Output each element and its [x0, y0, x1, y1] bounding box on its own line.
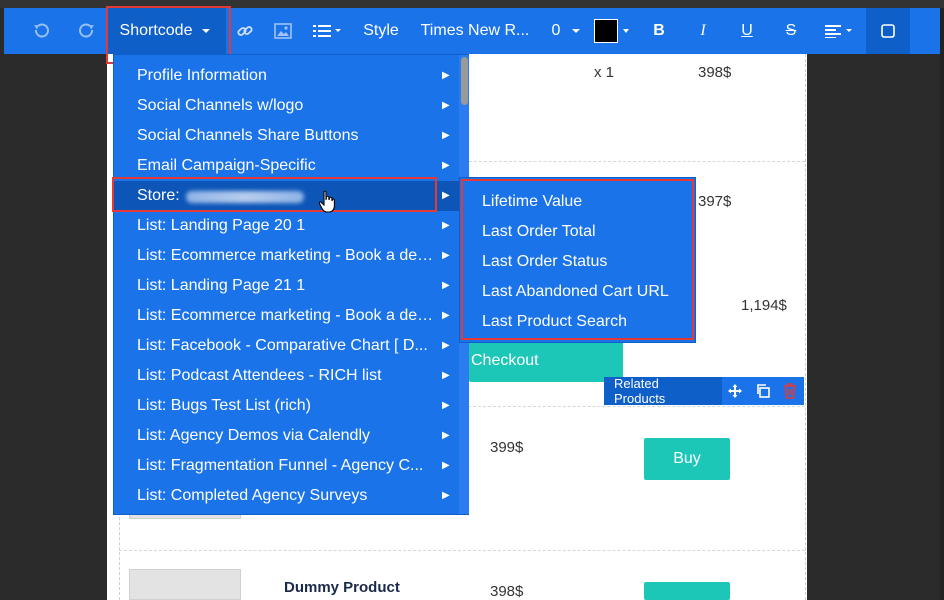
chevron-right-icon: ▶ [442, 160, 450, 171]
bold-button[interactable]: B [646, 8, 672, 54]
image-icon[interactable] [268, 8, 298, 54]
buy-button[interactable]: Buy [644, 438, 730, 480]
row-divider [469, 161, 805, 162]
checkbox-icon[interactable] [866, 8, 910, 54]
submenu-item[interactable]: Last Abandoned Cart URL [482, 277, 669, 307]
chevron-down-icon [623, 29, 629, 33]
scrollbar-thumb[interactable] [461, 57, 468, 105]
chevron-right-icon: ▶ [442, 130, 450, 141]
chevron-right-icon: ▶ [442, 490, 450, 501]
product-name: Dummy Product [284, 579, 400, 596]
chevron-right-icon: ▶ [442, 370, 450, 381]
chevron-right-icon: ▶ [442, 190, 450, 201]
chevron-right-icon: ▶ [442, 310, 450, 321]
window-edge [940, 8, 944, 600]
menu-item[interactable]: List: Podcast Attendees - RICH list ▶ [114, 361, 459, 391]
chevron-right-icon: ▶ [442, 280, 450, 291]
duplicate-icon[interactable] [749, 377, 776, 405]
hand-pointer-icon [318, 190, 338, 219]
delete-icon[interactable] [777, 377, 804, 405]
store-submenu: Lifetime Value Last Order Total Last Ord… [459, 177, 696, 343]
redacted-store-url [185, 191, 304, 203]
price-text: 398$ [490, 583, 524, 600]
redo-icon[interactable] [72, 8, 102, 54]
menu-item[interactable]: Social Channels Share Buttons ▶ [114, 121, 459, 151]
chevron-right-icon: ▶ [442, 430, 450, 441]
product-image-placeholder [129, 569, 241, 600]
menu-item[interactable]: List: Landing Page 21 1 ▶ [114, 271, 459, 301]
price-text: 398$ [698, 64, 732, 81]
related-products-label[interactable]: Related Products [604, 376, 722, 406]
submenu-item[interactable]: Lifetime Value [482, 187, 582, 217]
checkout-button[interactable]: Checkout [469, 340, 623, 382]
undo-icon[interactable] [26, 8, 56, 54]
menu-item[interactable]: List: Ecommerce marketing - Book a demo ▶ [114, 241, 459, 271]
quantity-text: x 1 [594, 64, 615, 81]
menu-item[interactable]: List: Bugs Test List (rich) ▶ [114, 391, 459, 421]
submenu-item[interactable]: Last Order Total [482, 217, 596, 247]
shortcode-label: Shortcode [119, 22, 193, 39]
menu-item[interactable]: List: Agency Demos via Calendly ▶ [114, 421, 459, 451]
price-text: 399$ [490, 439, 524, 456]
underline-button[interactable]: U [734, 8, 760, 54]
canvas-guide-right [805, 54, 806, 600]
move-icon[interactable] [722, 377, 749, 405]
menu-item[interactable]: Profile Information ▶ [114, 61, 459, 91]
chevron-down-icon [202, 29, 211, 33]
align-icon[interactable] [818, 8, 862, 54]
total-text: 1,194$ [741, 297, 787, 314]
chevron-right-icon: ▶ [442, 70, 450, 81]
menu-item-store[interactable]: Store: ▶ [114, 181, 459, 211]
italic-button[interactable]: I [690, 8, 716, 54]
menu-item[interactable]: List: Facebook - Comparative Chart [ D..… [114, 331, 459, 361]
editor-toolbar: Shortcode Style Times New R... 0 B I U S [4, 8, 944, 54]
list-icon[interactable] [306, 8, 350, 54]
font-size-value: 0 [551, 22, 561, 39]
chevron-right-icon: ▶ [442, 100, 450, 111]
buy-button[interactable] [644, 582, 730, 600]
chevron-right-icon: ▶ [442, 250, 450, 261]
link-icon[interactable] [230, 8, 260, 54]
menu-item[interactable]: Social Channels w/logo ▶ [114, 91, 459, 121]
price-text: 397$ [698, 193, 732, 210]
menu-item[interactable]: List: Landing Page 20 1 ▶ [114, 211, 459, 241]
chevron-right-icon: ▶ [442, 220, 450, 231]
submenu-item[interactable]: Last Order Status [482, 247, 607, 277]
font-family-dropdown[interactable]: Times New R... [414, 8, 536, 54]
font-size-dropdown[interactable]: 0 [548, 8, 586, 54]
text-color-picker[interactable] [592, 8, 632, 54]
row-divider [119, 550, 805, 551]
chevron-right-icon: ▶ [442, 460, 450, 471]
menu-item[interactable]: Email Campaign-Specific ▶ [114, 151, 459, 181]
chevron-right-icon: ▶ [442, 340, 450, 351]
style-dropdown[interactable]: Style [356, 8, 406, 54]
chevron-right-icon: ▶ [442, 400, 450, 411]
menu-item[interactable]: List: Completed Agency Surveys ▶ [114, 481, 459, 511]
chevron-down-icon [572, 29, 581, 33]
shortcode-menu: Profile Information ▶ Social Channels w/l… [113, 54, 469, 515]
color-swatch [594, 19, 618, 43]
strikethrough-button[interactable]: S [778, 8, 804, 54]
shortcode-dropdown[interactable]: Shortcode [106, 8, 226, 54]
menu-item[interactable]: List: Fragmentation Funnel - Agency C...… [114, 451, 459, 481]
submenu-item[interactable]: Last Product Search [482, 307, 627, 337]
menu-item[interactable]: List: Ecommerce marketing - Book a demo ▶ [114, 301, 459, 331]
related-products-toolbar: Related Products [604, 376, 804, 406]
window-top-strip [0, 0, 944, 8]
